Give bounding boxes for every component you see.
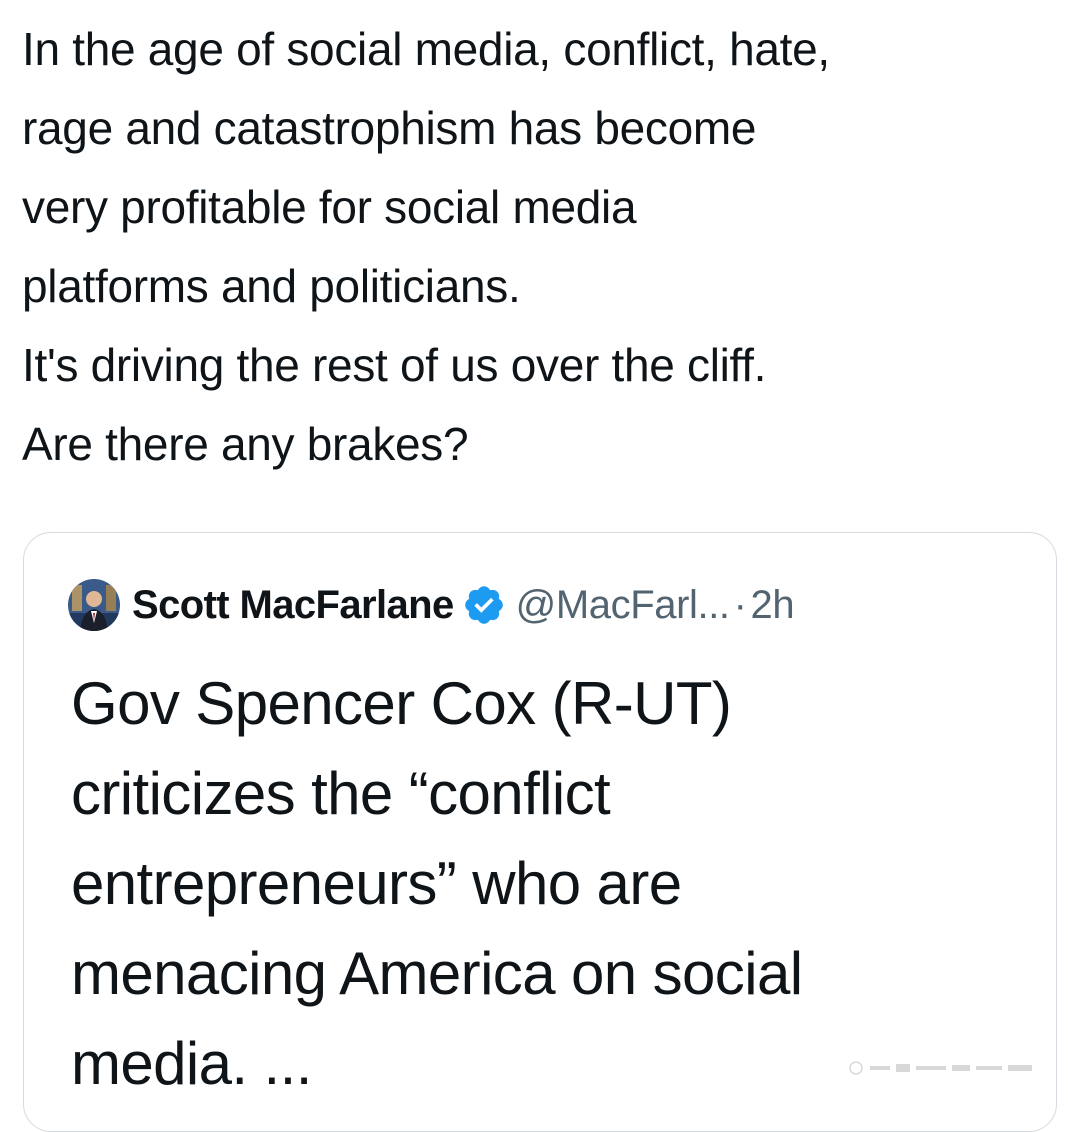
tweet-text-line: platforms and politicians. [22,260,521,312]
quoted-tweet-line: criticizes the “conflict [71,760,611,827]
tweet-text-line: In the age of social media, conflict, ha… [22,23,830,75]
quoted-tweet-line: menacing America on social [71,940,803,1007]
timestamp[interactable]: 2h [751,583,795,628]
author-handle[interactable]: @MacFarl... [516,583,730,628]
author-avatar[interactable] [68,579,120,631]
tweet-text-line: very profitable for social media [22,181,637,233]
tweet-text-line: Are there any brakes? [22,418,469,470]
tweet-text-line: It's driving the rest of us over the cli… [22,339,767,391]
quoted-tweet-text: Gov Spencer Cox (R-UT) criticizes the “c… [71,659,1031,1109]
watermark [848,1060,1038,1076]
verified-badge-icon [462,583,506,627]
quoted-tweet-card[interactable]: Scott MacFarlane @MacFarl... · 2h Gov Sp… [23,532,1057,1132]
quoted-tweet-line: entrepreneurs” who are [71,850,682,917]
separator-dot: · [733,582,747,627]
tweet-text: In the age of social media, conflict, ha… [22,10,1052,484]
quoted-tweet-line: Gov Spencer Cox (R-UT) [71,670,732,737]
quoted-tweet-header: Scott MacFarlane @MacFarl... · 2h [68,573,795,637]
tweet-text-line: rage and catastrophism has become [22,102,757,154]
author-name[interactable]: Scott MacFarlane [132,583,454,628]
